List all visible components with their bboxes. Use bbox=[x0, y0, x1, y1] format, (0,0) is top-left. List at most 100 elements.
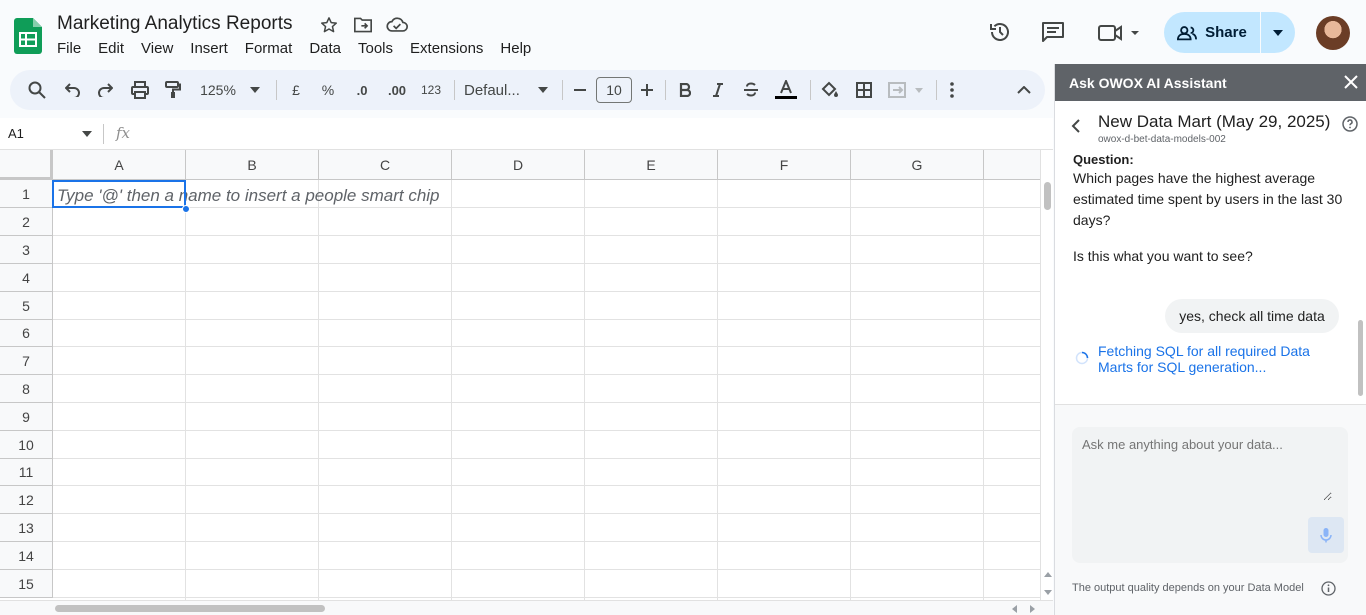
info-icon[interactable] bbox=[1321, 581, 1336, 596]
row-header[interactable]: 6 bbox=[0, 320, 53, 347]
menu-extensions[interactable]: Extensions bbox=[410, 40, 491, 57]
fill-color-icon[interactable] bbox=[818, 70, 842, 110]
chevron-down-icon bbox=[1273, 29, 1283, 36]
increase-decimal-button[interactable]: .00 bbox=[383, 70, 411, 110]
help-icon[interactable] bbox=[1342, 116, 1358, 132]
row-header[interactable]: 4 bbox=[0, 264, 53, 292]
share-button[interactable]: Share bbox=[1164, 12, 1260, 53]
menu-insert[interactable]: Insert bbox=[190, 40, 236, 57]
paint-format-icon[interactable] bbox=[160, 70, 186, 110]
user-avatar[interactable] bbox=[1316, 16, 1350, 50]
scroll-down-icon[interactable] bbox=[1044, 590, 1052, 595]
menu-view[interactable]: View bbox=[141, 40, 181, 57]
question-text: Which pages have the highest average est… bbox=[1073, 170, 1343, 228]
column-header-f[interactable]: F bbox=[718, 150, 851, 180]
more-formats-button[interactable]: 123 bbox=[418, 70, 444, 110]
format-percent-button[interactable]: % bbox=[318, 70, 338, 110]
font-size-decrease-icon[interactable] bbox=[572, 70, 588, 110]
column-header-a[interactable]: A bbox=[53, 150, 186, 180]
more-options-icon[interactable] bbox=[944, 70, 960, 110]
menu-format[interactable]: Format bbox=[245, 40, 301, 57]
menu-edit[interactable]: Edit bbox=[98, 40, 132, 57]
row-header[interactable]: 15 bbox=[0, 570, 53, 598]
collapse-toolbar-icon[interactable] bbox=[1014, 70, 1034, 110]
vertical-scrollbar[interactable] bbox=[1040, 150, 1053, 600]
row-header[interactable]: 10 bbox=[0, 431, 53, 459]
cloud-saved-icon[interactable] bbox=[386, 16, 408, 34]
select-all-corner[interactable] bbox=[0, 150, 53, 180]
share-options-button[interactable] bbox=[1260, 12, 1295, 53]
row-header[interactable]: 5 bbox=[0, 292, 53, 320]
sheets-logo-icon[interactable] bbox=[14, 18, 42, 54]
panel-scrollbar[interactable] bbox=[1358, 320, 1363, 396]
row-header[interactable]: 1 bbox=[0, 180, 53, 208]
share-people-icon bbox=[1177, 25, 1198, 41]
menu-file[interactable]: File bbox=[57, 40, 89, 57]
font-family-select[interactable]: Defaul... bbox=[464, 70, 540, 110]
menu-data[interactable]: Data bbox=[309, 40, 349, 57]
redo-icon[interactable] bbox=[92, 70, 118, 110]
spreadsheet-grid[interactable]: A B C D E F G 1 2 3 4 5 6 7 8 9 10 11 12… bbox=[0, 150, 1040, 600]
column-header-e[interactable]: E bbox=[585, 150, 718, 180]
back-arrow-icon[interactable] bbox=[1071, 119, 1080, 133]
selected-cell-a1[interactable] bbox=[52, 180, 186, 208]
column-header-d[interactable]: D bbox=[452, 150, 585, 180]
borders-icon[interactable] bbox=[852, 70, 876, 110]
chat-input-section: The output quality depends on your Data … bbox=[1055, 404, 1366, 615]
text-color-icon[interactable] bbox=[774, 70, 798, 110]
zoom-select[interactable]: 125% bbox=[196, 70, 240, 110]
name-box[interactable]: A1 bbox=[8, 126, 24, 141]
row-header[interactable]: 9 bbox=[0, 403, 53, 431]
menu-tools[interactable]: Tools bbox=[358, 40, 401, 57]
microphone-button[interactable] bbox=[1308, 517, 1344, 553]
scroll-right-icon[interactable] bbox=[1030, 605, 1035, 613]
owox-assistant-panel: Ask OWOX AI Assistant New Data Mart (May… bbox=[1054, 64, 1366, 615]
horizontal-scroll-thumb[interactable] bbox=[55, 605, 325, 612]
row-header[interactable]: 7 bbox=[0, 347, 53, 375]
microphone-icon bbox=[1320, 528, 1332, 543]
ask-input[interactable] bbox=[1072, 427, 1332, 501]
move-folder-icon[interactable] bbox=[353, 16, 373, 34]
vertical-scroll-thumb[interactable] bbox=[1044, 182, 1051, 210]
column-header-h[interactable] bbox=[984, 150, 1040, 180]
row-header[interactable]: 8 bbox=[0, 375, 53, 403]
row-header[interactable]: 14 bbox=[0, 542, 53, 570]
version-history-icon[interactable] bbox=[988, 20, 1012, 44]
share-label: Share bbox=[1205, 24, 1247, 41]
format-currency-button[interactable]: £ bbox=[286, 70, 306, 110]
row-header[interactable]: 2 bbox=[0, 208, 53, 236]
font-size-increase-icon[interactable] bbox=[639, 70, 655, 110]
font-chevron-icon[interactable] bbox=[536, 70, 550, 110]
zoom-chevron-icon[interactable] bbox=[248, 70, 262, 110]
star-icon[interactable] bbox=[320, 16, 338, 34]
loading-spinner-icon bbox=[1075, 351, 1089, 365]
comments-icon[interactable] bbox=[1041, 21, 1065, 43]
column-header-c[interactable]: C bbox=[319, 150, 452, 180]
column-header-b[interactable]: B bbox=[186, 150, 319, 180]
close-icon[interactable] bbox=[1344, 75, 1358, 89]
meet-video-icon[interactable] bbox=[1098, 23, 1142, 43]
italic-icon[interactable] bbox=[707, 70, 729, 110]
column-header-g[interactable]: G bbox=[851, 150, 984, 180]
merge-cells-icon[interactable] bbox=[886, 70, 926, 110]
row-header[interactable]: 12 bbox=[0, 486, 53, 514]
scroll-up-icon[interactable] bbox=[1044, 572, 1052, 577]
row-header[interactable]: 3 bbox=[0, 236, 53, 264]
horizontal-scrollbar[interactable] bbox=[0, 600, 1053, 615]
bold-icon[interactable] bbox=[674, 70, 696, 110]
menu-help[interactable]: Help bbox=[500, 40, 539, 57]
print-icon[interactable] bbox=[127, 70, 153, 110]
name-box-chevron-icon[interactable] bbox=[82, 131, 92, 137]
search-menus-icon[interactable] bbox=[24, 70, 50, 110]
undo-icon[interactable] bbox=[60, 70, 86, 110]
row-header[interactable]: 11 bbox=[0, 459, 53, 486]
strikethrough-icon[interactable] bbox=[740, 70, 762, 110]
menu-bar: File Edit View Insert Format Data Tools … bbox=[57, 40, 548, 57]
row-header[interactable]: 13 bbox=[0, 514, 53, 542]
decrease-decimal-button[interactable]: .0 bbox=[350, 70, 374, 110]
panel-header: Ask OWOX AI Assistant bbox=[1055, 64, 1366, 101]
fill-handle[interactable] bbox=[182, 205, 190, 213]
scroll-left-icon[interactable] bbox=[1012, 605, 1017, 613]
document-title[interactable]: Marketing Analytics Reports bbox=[57, 13, 293, 35]
font-size-input[interactable]: 10 bbox=[596, 77, 632, 103]
